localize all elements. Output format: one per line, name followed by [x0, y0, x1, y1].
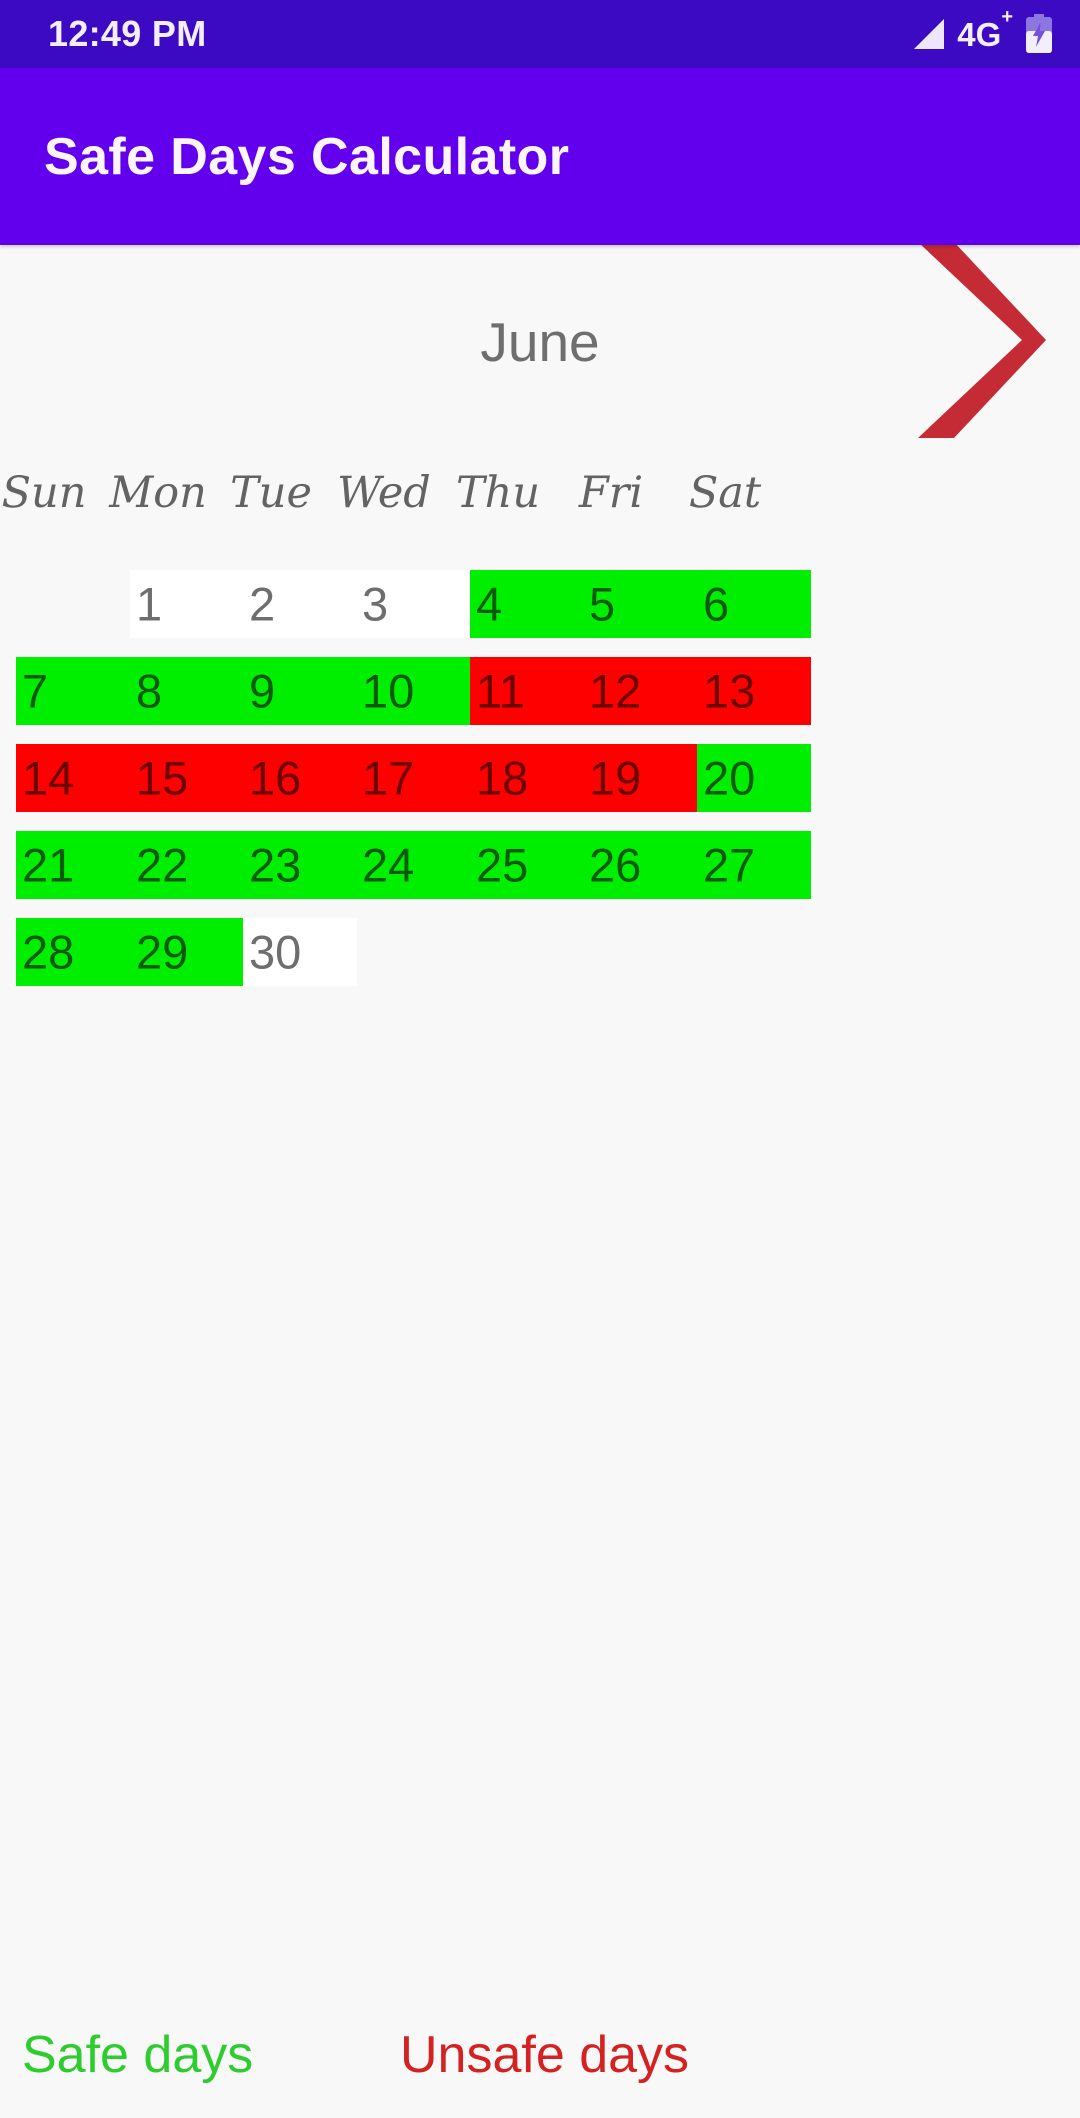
- calendar-day-number: 22: [136, 838, 189, 892]
- calendar-day-number: 12: [589, 664, 642, 718]
- calendar-day-cell[interactable]: 26: [583, 831, 697, 899]
- calendar-day-number: 28: [22, 925, 75, 979]
- calendar-day-number: 25: [476, 838, 529, 892]
- weekday-label-sat: Sat: [688, 468, 762, 518]
- calendar-day-number: 15: [136, 751, 189, 805]
- calendar-day-cell[interactable]: 8: [130, 657, 244, 725]
- calendar-day-number: 10: [362, 664, 415, 718]
- calendar-day-number: 24: [362, 838, 415, 892]
- calendar-day-number: 21: [22, 838, 75, 892]
- calendar-day-cell[interactable]: 16: [243, 744, 357, 812]
- calendar-day-number: 11: [476, 664, 525, 718]
- calendar-day-number: 18: [476, 751, 529, 805]
- calendar-day-number: 23: [249, 838, 302, 892]
- calendar-day-number: 3: [362, 577, 389, 631]
- calendar-day-number: 6: [703, 577, 730, 631]
- calendar-day-number: 30: [249, 925, 302, 979]
- calendar-day-number: 27: [703, 838, 756, 892]
- calendar-day-number: 14: [22, 751, 75, 805]
- calendar-day-number: 4: [476, 577, 503, 631]
- app-root: 12:49 PM 4G+ Safe Days Calculator June S…: [0, 0, 1080, 2118]
- calendar-day-cell[interactable]: 15: [130, 744, 244, 812]
- calendar-day-number: 7: [22, 664, 49, 718]
- calendar-day-cell[interactable]: 22: [130, 831, 244, 899]
- status-bar: 12:49 PM 4G+: [0, 0, 1080, 68]
- calendar-day-cell[interactable]: 1: [130, 570, 244, 638]
- calendar-day-cell[interactable]: 18: [470, 744, 584, 812]
- calendar-day-cell[interactable]: 23: [243, 831, 357, 899]
- calendar-day-number: 26: [589, 838, 642, 892]
- calendar-day-number: 8: [136, 664, 163, 718]
- calendar-day-cell[interactable]: 21: [16, 831, 130, 899]
- calendar-day-number: 1: [136, 577, 163, 631]
- calendar-day-cell[interactable]: 30: [243, 918, 357, 986]
- calendar-day-cell[interactable]: 20: [697, 744, 811, 812]
- network-type-text: 4G: [957, 15, 1002, 53]
- month-header: June: [0, 242, 1080, 440]
- calendar-day-number: 9: [249, 664, 276, 718]
- calendar-day-cell[interactable]: 2: [243, 570, 357, 638]
- calendar-day-cell[interactable]: 10: [356, 657, 470, 725]
- chevron-right-icon: [906, 240, 1046, 440]
- calendar-day-cell[interactable]: 11: [470, 657, 584, 725]
- legend-unsafe-days: Unsafe days: [400, 2026, 690, 2084]
- next-month-button[interactable]: [906, 240, 1046, 440]
- battery-charging-icon: [1024, 14, 1054, 54]
- weekday-header-row: Sun Mon Tue Wed Thu Fri Sat: [0, 462, 1080, 524]
- calendar-day-cell[interactable]: 17: [356, 744, 470, 812]
- calendar-day-cell[interactable]: 5: [583, 570, 697, 638]
- status-time: 12:49 PM: [48, 13, 207, 54]
- calendar-day-cell[interactable]: 6: [697, 570, 811, 638]
- calendar-day-cell[interactable]: 12: [583, 657, 697, 725]
- calendar-day-number: 13: [703, 664, 756, 718]
- legend-safe-days: Safe days: [22, 2026, 254, 2084]
- network-type-label: 4G+: [957, 7, 1013, 53]
- calendar-day-number: 16: [249, 751, 302, 805]
- status-bar-icons: 4G+: [912, 7, 1054, 54]
- calendar-day-cell[interactable]: 25: [470, 831, 584, 899]
- calendar-day-cell[interactable]: 9: [243, 657, 357, 725]
- calendar-day-cell[interactable]: 7: [16, 657, 130, 725]
- calendar-day-cell[interactable]: 27: [697, 831, 811, 899]
- calendar-day-number: 17: [362, 751, 415, 805]
- calendar-day-cell[interactable]: 4: [470, 570, 584, 638]
- app-bar: Safe Days Calculator: [0, 68, 1080, 245]
- calendar-day-cell[interactable]: 19: [583, 744, 697, 812]
- calendar-day-cell[interactable]: 13: [697, 657, 811, 725]
- calendar-day-number: 29: [136, 925, 189, 979]
- legend: Safe days Unsafe days: [0, 2015, 1080, 2095]
- signal-triangle-icon: [912, 17, 946, 51]
- calendar-day-cell[interactable]: 14: [16, 744, 130, 812]
- calendar-grid: 1 2 3 4 5 6 7 8 9 10 11 12 13 14 15 16 17 18 19 20 21 22 23 24 2…: [0, 570, 1080, 1100]
- calendar-day-cell[interactable]: 3: [356, 570, 470, 638]
- calendar-day-cell[interactable]: 29: [130, 918, 244, 986]
- calendar-day-number: 19: [589, 751, 642, 805]
- calendar-day-number: 5: [589, 577, 616, 631]
- page-title: Safe Days Calculator: [44, 127, 570, 186]
- calendar-day-cell[interactable]: 24: [356, 831, 470, 899]
- network-plus-text: +: [1001, 5, 1013, 28]
- calendar-day-number: 2: [249, 577, 276, 631]
- calendar-day-number: 20: [703, 751, 756, 805]
- calendar-day-cell[interactable]: 28: [16, 918, 130, 986]
